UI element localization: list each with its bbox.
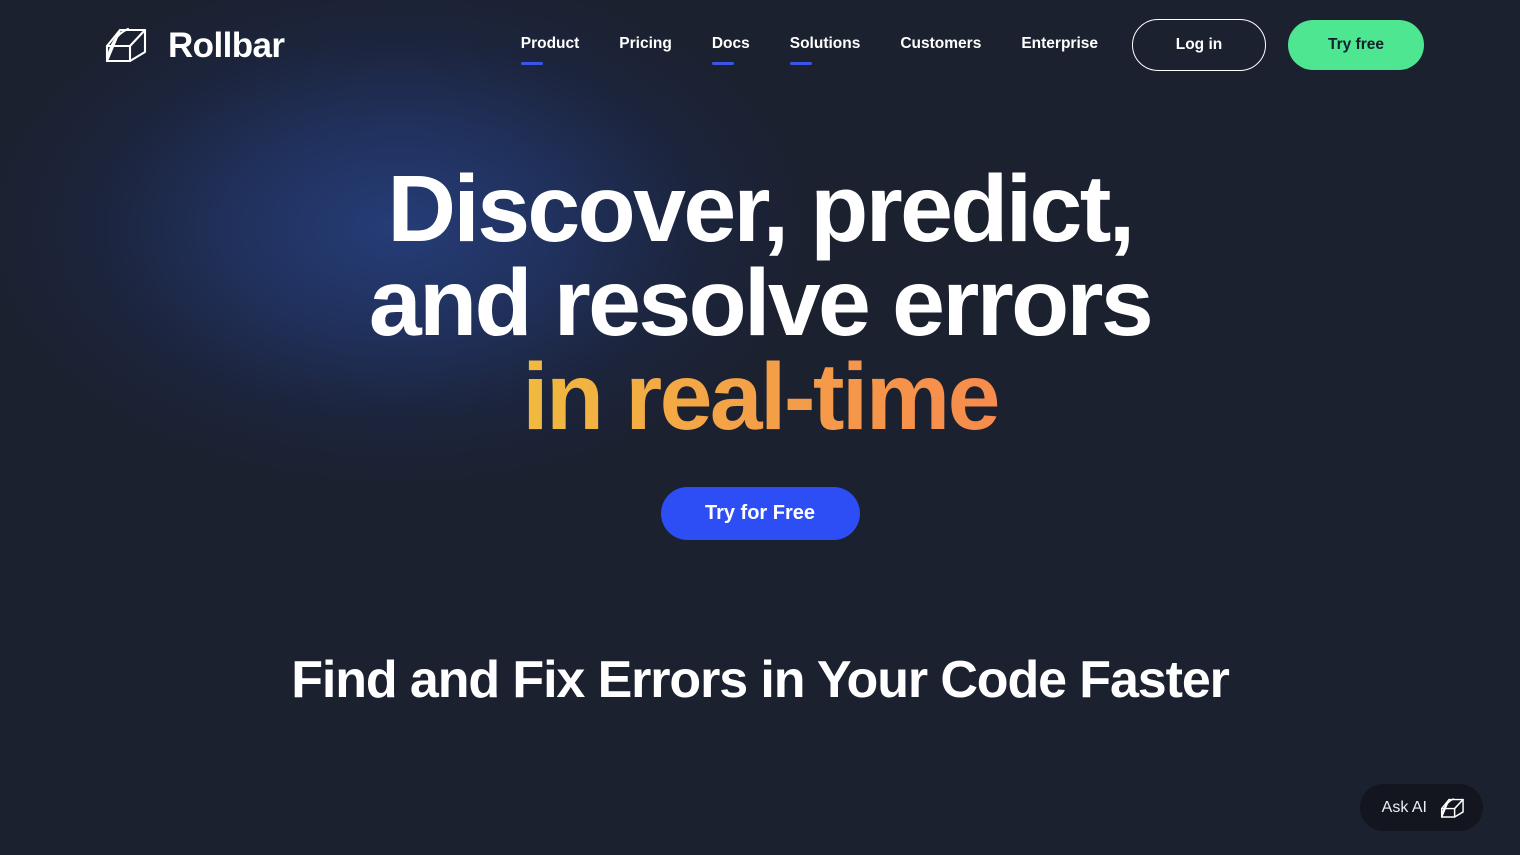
nav-item-label: Solutions (789, 34, 861, 52)
headline-line-1: Discover, predict, (387, 156, 1135, 262)
rollbar-cube-icon (104, 24, 152, 66)
login-button[interactable]: Log in (1132, 19, 1266, 71)
nav-item-enterprise[interactable]: Enterprise (1021, 35, 1098, 56)
nav-item-customers[interactable]: Customers (900, 35, 981, 56)
brand-logo-link[interactable]: Rollbar (104, 24, 285, 66)
nav-item-label: Pricing (619, 34, 672, 52)
nav-dropdown-underline (711, 61, 734, 65)
main-navigation: Product Pricing Docs Solutions Customers… (520, 34, 1098, 65)
nav-item-product[interactable]: Product (520, 34, 580, 65)
headline-line-2: and resolve errors (368, 250, 1154, 357)
nav-dropdown-underline (520, 61, 543, 65)
nav-item-solutions[interactable]: Solutions (789, 34, 861, 65)
nav-dropdown-underline (789, 61, 812, 65)
hero-headline: Discover, predict, and resolve errors in… (0, 156, 1520, 445)
hero-section: Discover, predict, and resolve errors in… (0, 90, 1520, 541)
nav-item-label: Customers (900, 34, 982, 52)
header-actions: Log in Try free (1132, 19, 1424, 71)
page-root: Rollbar Product Pricing Docs Solutions C… (0, 0, 1520, 855)
nav-item-label: Enterprise (1021, 34, 1098, 52)
try-for-free-button[interactable]: Try for Free (660, 487, 860, 541)
site-header: Rollbar Product Pricing Docs Solutions C… (0, 0, 1520, 90)
ask-ai-widget[interactable]: Ask AI (1359, 784, 1483, 831)
brand-name: Rollbar (168, 25, 285, 65)
section-heading: Find and Fix Errors in Your Code Faster (291, 651, 1230, 710)
nav-item-label: Docs (711, 34, 750, 52)
nav-item-label: Product (520, 34, 580, 52)
ask-ai-label: Ask AI (1381, 798, 1427, 816)
nav-item-docs[interactable]: Docs (711, 34, 750, 65)
rollbar-cube-icon (1440, 796, 1467, 820)
try-free-button[interactable]: Try free (1288, 20, 1424, 70)
headline-accent-gradient: in real-time (0, 350, 1520, 445)
nav-item-pricing[interactable]: Pricing (619, 35, 672, 56)
